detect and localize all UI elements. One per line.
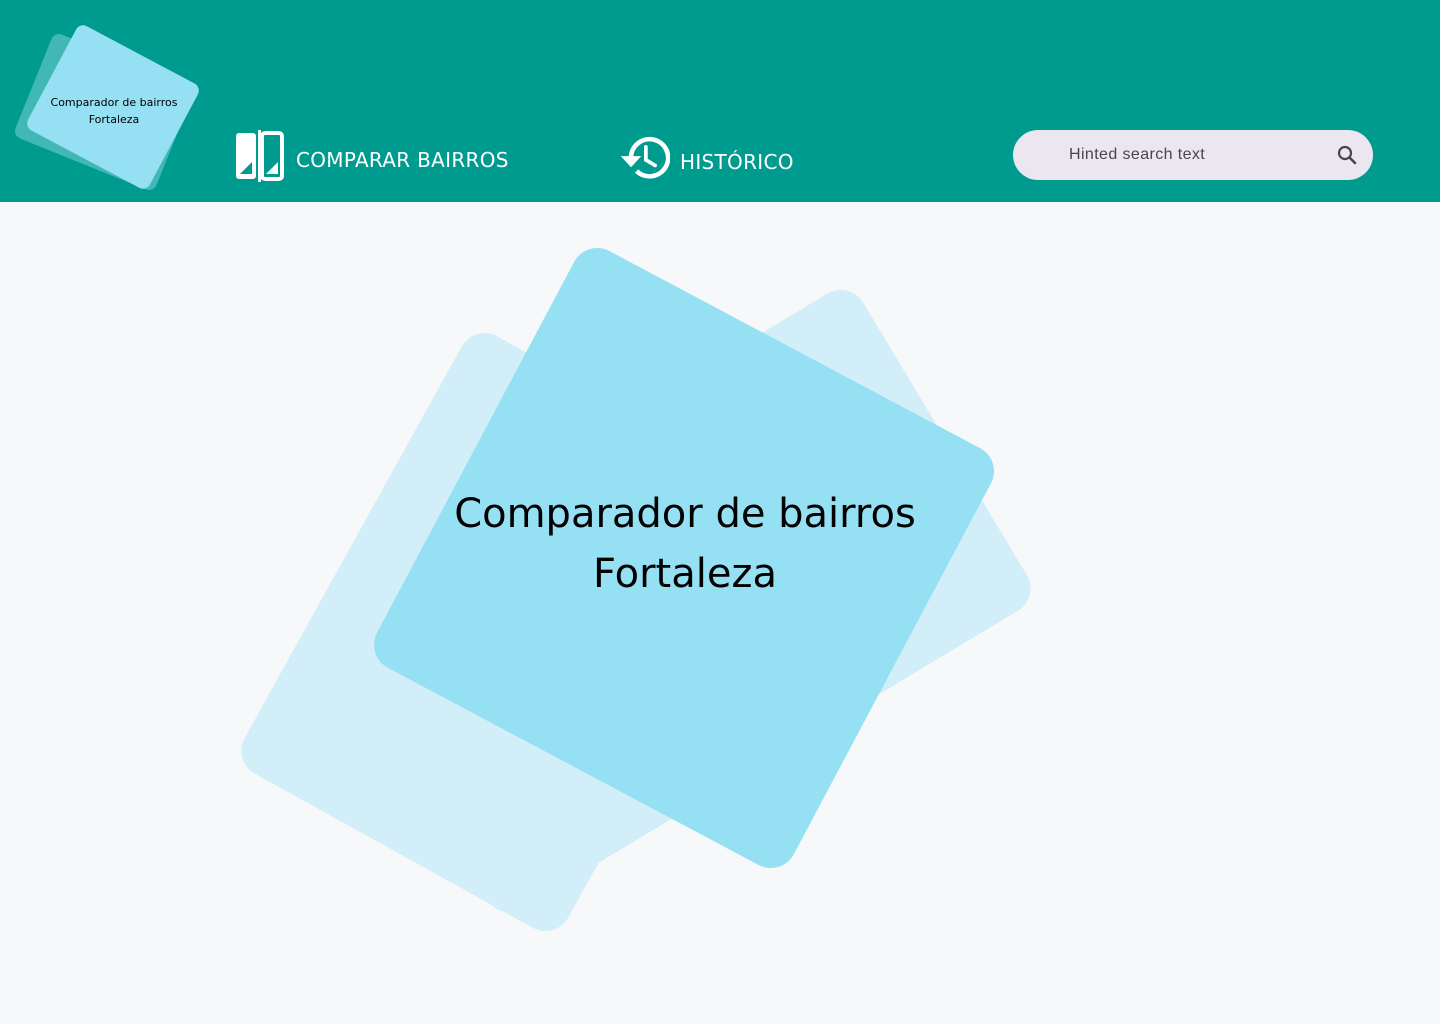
logo-text-line2: Fortaleza: [88, 113, 140, 126]
logo-text-line1: Comparador de bairros: [50, 96, 178, 109]
nav-compare-label: COMPARAR BAIRROS: [296, 148, 509, 172]
search-input[interactable]: [1069, 146, 1319, 164]
search-bar[interactable]: [1013, 130, 1373, 180]
nav-compare-button[interactable]: COMPARAR BAIRROS: [234, 130, 509, 182]
hero-title: Comparador de bairros Fortaleza: [390, 484, 980, 604]
nav-history-label: HISTÓRICO: [680, 150, 794, 174]
compare-icon: [234, 130, 286, 182]
app-header: Comparador de bairros Fortaleza COMPARAR…: [0, 0, 1440, 202]
hero-title-line2: Fortaleza: [593, 551, 777, 597]
history-icon: [618, 132, 670, 184]
search-icon[interactable]: [1335, 143, 1359, 167]
hero-title-line1: Comparador de bairros: [454, 491, 916, 537]
header-logo[interactable]: Comparador de bairros Fortaleza: [0, 0, 210, 202]
logo-text: Comparador de bairros Fortaleza: [38, 94, 190, 128]
nav-history-button[interactable]: HISTÓRICO: [618, 132, 794, 184]
main-hero: Comparador de bairros Fortaleza: [0, 202, 1440, 1024]
